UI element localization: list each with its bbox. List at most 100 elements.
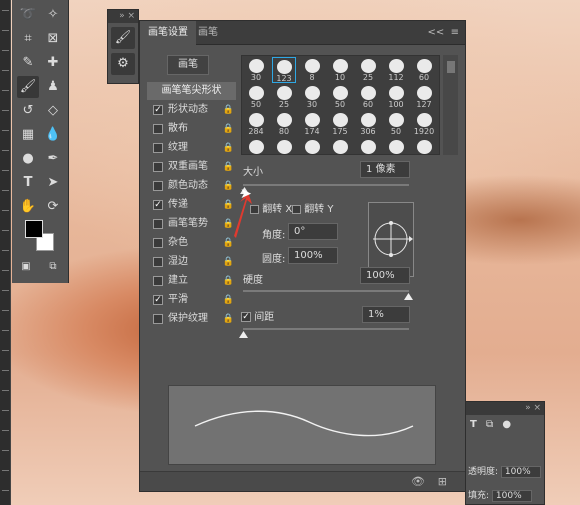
brush-preset-cell[interactable]: 50: [328, 84, 352, 110]
spacing-checkbox[interactable]: ✓: [241, 312, 251, 322]
option-scattering[interactable]: 散布 🔒: [147, 120, 236, 138]
smart-object-icon[interactable]: ⧉: [486, 419, 493, 430]
brush-preset-cell[interactable]: 306: [356, 111, 380, 137]
more-icon[interactable]: ●: [502, 419, 511, 430]
option-texture[interactable]: 纹理 🔒: [147, 139, 236, 157]
angle-roundness-preview[interactable]: [368, 202, 414, 277]
brush-preset-cell[interactable]: 30: [244, 57, 268, 83]
dodge-icon[interactable]: ●: [17, 148, 39, 170]
brush-preset-cell[interactable]: 123: [272, 57, 296, 83]
checkbox[interactable]: [153, 124, 163, 134]
lock-icon[interactable]: 🔒: [223, 272, 234, 290]
tab-brush[interactable]: 画笔: [190, 21, 226, 45]
hardness-slider-handle[interactable]: [404, 293, 413, 300]
history-brush-icon[interactable]: ↺: [17, 100, 39, 122]
brush-preset-cell[interactable]: 127: [412, 84, 436, 110]
collapse-icon[interactable]: »: [119, 11, 125, 21]
checkbox[interactable]: ✓: [153, 105, 163, 115]
size-field[interactable]: 1 像素: [360, 161, 410, 178]
brush-preset-cell[interactable]: 25: [272, 84, 296, 110]
eraser-icon[interactable]: ◇: [42, 100, 64, 122]
option-noise[interactable]: 杂色 🔒: [147, 234, 236, 252]
spacing-field[interactable]: 1%: [362, 306, 410, 323]
lasso-icon[interactable]: ➰: [17, 4, 39, 26]
option-color-dynamics[interactable]: 颜色动态 🔒: [147, 177, 236, 195]
flip-y-checkbox[interactable]: [292, 204, 301, 214]
spacing-slider-track[interactable]: [243, 328, 409, 330]
collapse-icon[interactable]: <<: [427, 27, 444, 38]
blur-icon[interactable]: 💧: [42, 124, 64, 146]
brush-preset-cell[interactable]: 271: [244, 138, 268, 154]
fill-field[interactable]: 100%: [491, 490, 532, 502]
brush-tool-icon[interactable]: 🖌: [17, 76, 39, 98]
brush-preset-cell[interactable]: 10: [328, 57, 352, 83]
brush-preset-cell[interactable]: 1920: [412, 111, 436, 137]
lock-icon[interactable]: 🔒: [223, 158, 234, 176]
roundness-field[interactable]: 100%: [288, 247, 338, 264]
checkbox[interactable]: [153, 181, 163, 191]
brush-preset-cell[interactable]: 2406: [300, 138, 324, 154]
close-icon[interactable]: ×: [127, 11, 135, 21]
brush-preset-cell[interactable]: 284: [244, 111, 268, 137]
lock-icon[interactable]: 🔒: [223, 139, 234, 157]
size-slider-track[interactable]: [243, 184, 409, 186]
brush-preset-cell[interactable]: 2222: [412, 138, 436, 154]
new-brush-icon[interactable]: ⊞: [438, 475, 447, 488]
option-shape-dynamics[interactable]: ✓ 形状动态 🔒: [147, 101, 236, 119]
option-protect-texture[interactable]: 保护纹理 🔒: [147, 310, 236, 328]
crop-icon[interactable]: ⌗: [17, 28, 39, 50]
lock-icon[interactable]: 🔒: [223, 291, 234, 309]
magic-wand-icon[interactable]: ✧: [42, 4, 64, 26]
brush-preset-cell[interactable]: 80: [272, 111, 296, 137]
brush-preset-cell[interactable]: 50: [384, 111, 408, 137]
scroll-thumb[interactable]: [446, 61, 455, 73]
checkbox[interactable]: ✓: [153, 200, 163, 210]
rotate-view-icon[interactable]: ⟳: [42, 196, 64, 218]
type-icon[interactable]: T: [470, 419, 477, 430]
option-smoothing[interactable]: ✓ 平滑 🔒: [147, 291, 236, 309]
brush-preset-cell[interactable]: 25: [356, 57, 380, 83]
option-wet-edges[interactable]: 湿边 🔒: [147, 253, 236, 271]
tab-brush-settings[interactable]: 画笔设置: [140, 21, 196, 45]
hand-icon[interactable]: ✋: [17, 196, 39, 218]
type-icon[interactable]: T: [17, 172, 39, 194]
checkbox[interactable]: [153, 162, 163, 172]
brush-presets-icon[interactable]: ⚙: [111, 53, 135, 75]
brush-preset-cell[interactable]: 60: [356, 84, 380, 110]
checkbox[interactable]: [153, 276, 163, 286]
foreground-color-swatch[interactable]: [25, 220, 43, 238]
gradient-icon[interactable]: ▦: [17, 124, 39, 146]
opacity-field[interactable]: 100%: [500, 466, 541, 478]
brush-preset-cell[interactable]: 60: [412, 57, 436, 83]
brush-tip-shape-item[interactable]: 画笔笔尖形状: [147, 82, 236, 100]
lock-icon[interactable]: 🔒: [223, 253, 234, 271]
brush-preset-cell[interactable]: 30: [300, 84, 324, 110]
option-dual-brush[interactable]: 双重画笔 🔒: [147, 158, 236, 176]
brush-preset-cell[interactable]: 2407: [328, 138, 352, 154]
brush-presets-button[interactable]: 画笔: [167, 55, 209, 75]
brush-settings-icon[interactable]: 🖌: [111, 27, 135, 49]
eyedropper-icon[interactable]: ✎: [17, 52, 39, 74]
clone-stamp-icon[interactable]: ♟: [42, 76, 64, 98]
option-brush-pose[interactable]: 画笔笔势 🔒: [147, 215, 236, 233]
brush-preset-cell[interactable]: 174: [300, 111, 324, 137]
checkbox[interactable]: [153, 257, 163, 267]
brush-preset-cell[interactable]: 175: [328, 111, 352, 137]
checkbox[interactable]: ✓: [153, 295, 163, 305]
healing-brush-icon[interactable]: ✚: [42, 52, 64, 74]
brush-preset-cell[interactable]: 50: [244, 84, 268, 110]
preset-grid-scrollbar[interactable]: [443, 55, 458, 155]
checkbox[interactable]: [153, 219, 163, 229]
screen-mode-icon[interactable]: ⧉: [42, 256, 64, 278]
brush-preset-cell[interactable]: 1900: [356, 138, 380, 154]
option-transfer[interactable]: ✓ 传递 🔒: [147, 196, 236, 214]
brush-preset-cell[interactable]: 112: [384, 57, 408, 83]
checkbox[interactable]: [153, 143, 163, 153]
checkbox[interactable]: [153, 314, 163, 324]
option-build-up[interactable]: 建立 🔒: [147, 272, 236, 290]
lock-icon[interactable]: 🔒: [223, 120, 234, 138]
frame-icon[interactable]: ⊠: [42, 28, 64, 50]
hardness-field[interactable]: 100%: [360, 267, 410, 284]
lock-icon[interactable]: 🔒: [223, 101, 234, 119]
pen-icon[interactable]: ✒: [42, 148, 64, 170]
